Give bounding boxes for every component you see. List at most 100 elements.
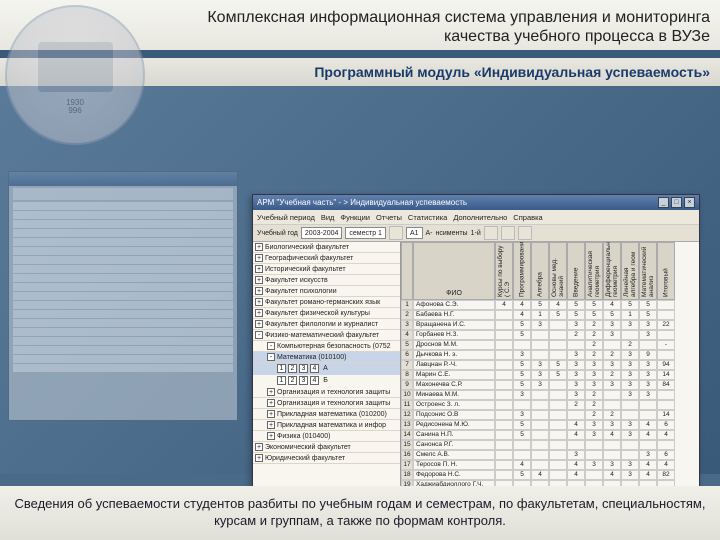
grade-cell[interactable]: 3 xyxy=(639,330,657,340)
tree-item[interactable]: +Факультет физической культуры xyxy=(253,308,400,319)
table-row[interactable]: 10Минаева М.М.33233 xyxy=(401,390,699,400)
maximize-icon[interactable]: □ xyxy=(671,197,682,208)
grade-cell[interactable] xyxy=(567,410,585,420)
grade-cell[interactable]: 22 xyxy=(657,320,675,330)
col-subject[interactable]: Дифференциальная геометрия xyxy=(603,242,621,300)
grade-cell[interactable]: 5 xyxy=(549,370,567,380)
grade-cell[interactable] xyxy=(549,450,567,460)
grade-cell[interactable] xyxy=(657,440,675,450)
table-row[interactable]: 3Вращанена И.С.533233322 xyxy=(401,320,699,330)
grade-cell[interactable]: 6 xyxy=(657,420,675,430)
grade-cell[interactable]: 4 xyxy=(657,460,675,470)
grade-cell[interactable]: 3 xyxy=(513,390,531,400)
grade-cell[interactable]: 2 xyxy=(603,370,621,380)
semester-select[interactable]: семестр 1 xyxy=(345,227,386,239)
grade-cell[interactable]: 3 xyxy=(585,360,603,370)
grade-cell[interactable] xyxy=(657,310,675,320)
toolbar-btn-b[interactable] xyxy=(501,226,515,240)
grade-cell[interactable] xyxy=(657,300,675,310)
table-row[interactable]: 18Федорова Н.С.54443482 xyxy=(401,470,699,480)
grade-cell[interactable] xyxy=(495,360,513,370)
grade-cell[interactable]: 4 xyxy=(495,300,513,310)
group-box[interactable]: 4 xyxy=(310,364,319,373)
grade-cell[interactable]: 3 xyxy=(567,360,585,370)
grade-cell[interactable]: 5 xyxy=(513,330,531,340)
toolbar-a-[interactable]: А- xyxy=(426,230,433,237)
grade-cell[interactable]: 3 xyxy=(531,360,549,370)
toolbar-1ak[interactable]: 1-й xyxy=(471,230,481,237)
grade-cell[interactable]: 3 xyxy=(513,350,531,360)
table-row[interactable]: 16Смелс А.В.336 xyxy=(401,450,699,460)
tree-item[interactable]: +Биологический факультет xyxy=(253,242,400,253)
grade-cell[interactable]: 3 xyxy=(585,460,603,470)
group-box[interactable]: 1 xyxy=(277,376,286,385)
grade-cell[interactable]: 3 xyxy=(603,420,621,430)
grade-cell[interactable]: 3 xyxy=(621,470,639,480)
grade-cell[interactable] xyxy=(513,440,531,450)
grade-cell[interactable]: 3 xyxy=(567,350,585,360)
table-row[interactable]: 9Махонечва С.Р.533333384 xyxy=(401,380,699,390)
menu-Учебный период[interactable]: Учебный период xyxy=(257,213,315,222)
grade-cell[interactable] xyxy=(549,420,567,430)
grade-cell[interactable] xyxy=(549,330,567,340)
grade-cell[interactable]: 3 xyxy=(567,390,585,400)
grade-cell[interactable]: 3 xyxy=(531,380,549,390)
grade-cell[interactable] xyxy=(495,320,513,330)
grade-cell[interactable]: 5 xyxy=(603,310,621,320)
col-subject[interactable]: Курсы по выбору ( С.Э xyxy=(495,242,513,300)
grade-cell[interactable]: 3 xyxy=(585,380,603,390)
grades-grid[interactable]: ФИОКурсы по выбору ( С.ЭПрограммирование… xyxy=(401,242,699,496)
grade-cell[interactable]: 3 xyxy=(513,410,531,420)
col-subject[interactable]: Математический анализ xyxy=(639,242,657,300)
grade-cell[interactable]: 2 xyxy=(585,390,603,400)
grade-cell[interactable]: 3 xyxy=(603,330,621,340)
plus-icon[interactable]: + xyxy=(267,421,275,429)
grade-cell[interactable]: 82 xyxy=(657,470,675,480)
plus-icon[interactable]: + xyxy=(255,276,263,284)
grade-cell[interactable]: 6 xyxy=(657,450,675,460)
grade-cell[interactable]: 3 xyxy=(621,460,639,470)
grade-cell[interactable] xyxy=(567,440,585,450)
grade-cell[interactable] xyxy=(495,460,513,470)
grade-cell[interactable]: 2 xyxy=(585,400,603,410)
tree-item[interactable]: +Прикладная математика (010200) xyxy=(253,409,400,420)
grade-cell[interactable] xyxy=(531,330,549,340)
grade-cell[interactable]: 3 xyxy=(567,380,585,390)
minus-icon[interactable]: - xyxy=(267,353,275,361)
grade-cell[interactable]: 3 xyxy=(567,320,585,330)
grade-cell[interactable]: 3 xyxy=(603,460,621,470)
minus-icon[interactable]: - xyxy=(267,342,275,350)
grade-cell[interactable]: 2 xyxy=(621,340,639,350)
group-box[interactable]: 2 xyxy=(288,364,297,373)
grade-cell[interactable]: 2 xyxy=(585,350,603,360)
grade-cell[interactable] xyxy=(513,340,531,350)
grade-cell[interactable]: 3 xyxy=(639,390,657,400)
tree-item[interactable]: -Компьютерная безопасность (0752 xyxy=(253,341,400,352)
grade-cell[interactable] xyxy=(495,370,513,380)
grade-cell[interactable] xyxy=(567,340,585,350)
grade-cell[interactable] xyxy=(603,390,621,400)
col-subject[interactable]: Программирование xyxy=(513,242,531,300)
grade-cell[interactable]: 9 xyxy=(639,350,657,360)
group-box[interactable]: 3 xyxy=(299,376,308,385)
grade-cell[interactable] xyxy=(603,340,621,350)
grade-cell[interactable] xyxy=(603,450,621,460)
grade-cell[interactable]: 4 xyxy=(639,430,657,440)
grade-cell[interactable] xyxy=(495,380,513,390)
grade-cell[interactable] xyxy=(621,400,639,410)
grade-cell[interactable]: 3 xyxy=(639,450,657,460)
grade-cell[interactable]: 5 xyxy=(639,300,657,310)
grade-cell[interactable] xyxy=(585,450,603,460)
grade-cell[interactable]: 4 xyxy=(657,430,675,440)
table-row[interactable]: 7Лавцнан Р.-Ч.5353333394 xyxy=(401,360,699,370)
grade-cell[interactable] xyxy=(639,440,657,450)
group-box[interactable]: 4 xyxy=(310,376,319,385)
grade-cell[interactable] xyxy=(549,320,567,330)
group-box[interactable]: 1 xyxy=(277,364,286,373)
tree-item[interactable]: +Факультет филологии и журналист xyxy=(253,319,400,330)
plus-icon[interactable]: + xyxy=(267,410,275,418)
grade-cell[interactable] xyxy=(639,400,657,410)
grade-cell[interactable] xyxy=(549,430,567,440)
grade-cell[interactable]: 3 xyxy=(621,380,639,390)
grade-cell[interactable] xyxy=(495,440,513,450)
